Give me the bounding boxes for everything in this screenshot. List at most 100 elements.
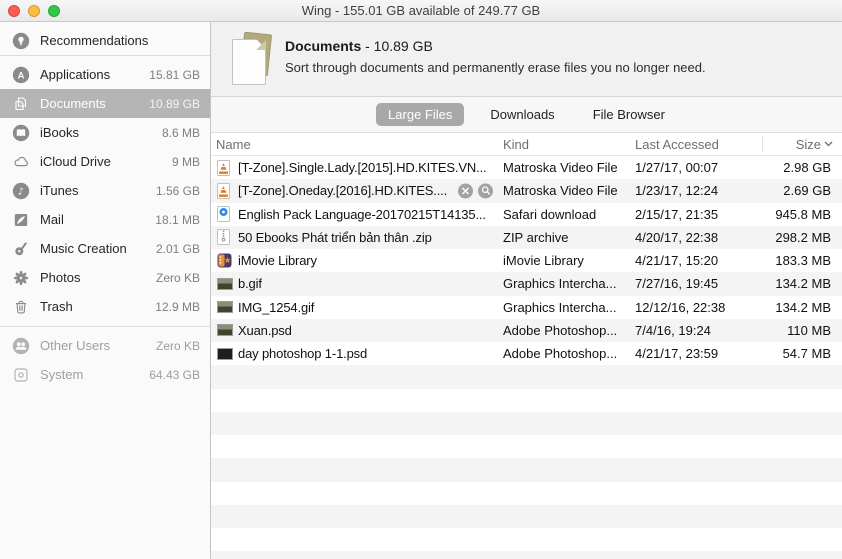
sidebar-item-label: Music Creation [40,241,127,256]
file-last-accessed: 12/12/16, 22:38 [635,299,726,315]
file-size: 945.8 MB [775,206,831,222]
remove-file-button[interactable] [458,183,473,199]
sidebar-item-size: 2.01 GB [155,241,200,256]
sidebar-item-other-users[interactable]: Other Users Zero KB [0,331,210,360]
file-size: 2.98 GB [783,160,831,176]
file-size: 134.2 MB [775,299,831,315]
sidebar: Recommendations A Applications 15.81 GB … [0,22,211,559]
file-size: 2.69 GB [783,183,831,199]
sidebar-item-label: iCloud Drive [40,154,111,169]
reveal-in-finder-button[interactable] [478,183,493,199]
file-kind: Adobe Photoshop... [503,346,618,362]
sidebar-item-label: iTunes [40,183,79,198]
file-kind: Graphics Intercha... [503,299,617,315]
file-kind: Safari download [503,206,597,222]
table-row[interactable]: iMovie Library iMovie Library 4/21/17, 1… [211,249,842,272]
sidebar-item-trash[interactable]: Trash 12.9 MB [0,292,210,321]
sidebar-item-icloud-drive[interactable]: iCloud Drive 9 MB [0,147,210,176]
sidebar-item-size: 18.1 MB [155,212,200,227]
image-thumbnail-icon [217,296,233,319]
tab-file-browser[interactable]: File Browser [581,103,677,126]
empty-row [211,528,842,551]
table-row[interactable]: [T-Zone].Single.Lady.[2015].HD.KITES.VN.… [211,156,842,179]
image-thumbnail-icon [217,319,233,342]
chevron-down-icon [824,141,833,147]
file-size: 298.2 MB [775,229,831,245]
file-name: b.gif [238,276,262,292]
sidebar-item-applications[interactable]: A Applications 15.81 GB [0,60,210,89]
file-kind: ZIP archive [503,229,569,245]
tab-downloads[interactable]: Downloads [478,103,566,126]
file-name: 50 Ebooks Phát triển bản thân .zip [238,229,432,245]
sidebar-item-size: 15.81 GB [149,67,200,82]
file-name: iMovie Library [238,253,317,269]
file-kind: iMovie Library [503,253,584,269]
video-file-icon [217,156,230,179]
empty-row [211,435,842,458]
file-size: 110 MB [787,322,831,338]
file-name: IMG_1254.gif [238,299,315,315]
sidebar-item-recommendations[interactable]: Recommendations [0,26,210,55]
ibooks-icon [11,123,31,143]
table-row[interactable]: 50 Ebooks Phát triển bản thân .zip ZIP a… [211,225,842,249]
category-name: Documents [285,38,362,54]
video-file-icon [217,179,230,202]
category-description: Sort through documents and permanently e… [285,60,706,75]
column-separator [762,136,763,152]
sidebar-item-music-creation[interactable]: Music Creation 2.01 GB [0,234,210,263]
file-kind: Graphics Intercha... [503,276,617,292]
file-last-accessed: 7/27/16, 19:45 [635,276,719,292]
table-row[interactable]: English Pack Language-20170215T14135... … [211,203,842,226]
table-row[interactable]: Xuan.psd Adobe Photoshop... 7/4/16, 19:2… [211,318,842,342]
file-last-accessed: 4/21/17, 15:20 [635,253,719,269]
imovie-library-icon [217,249,232,272]
window-title: Wing - 155.01 GB available of 249.77 GB [301,3,541,18]
column-header-kind[interactable]: Kind [503,133,529,155]
column-header-last-accessed[interactable]: Last Accessed [635,133,719,155]
sidebar-item-size: 10.89 GB [149,96,200,111]
sidebar-item-label: Other Users [40,338,111,353]
sidebar-item-size: 12.9 MB [155,299,200,314]
file-table: [T-Zone].Single.Lady.[2015].HD.KITES.VN.… [211,156,842,559]
table-row[interactable]: b.gif Graphics Intercha... 7/27/16, 19:4… [211,272,842,296]
table-row[interactable]: day photoshop 1-1.psd Adobe Photoshop...… [211,342,842,365]
empty-row [211,458,842,482]
table-header: Name Kind Last Accessed Size [211,133,842,156]
empty-row [211,551,842,559]
sidebar-item-label: Applications [40,67,111,82]
sidebar-item-size: 8.6 MB [161,125,200,140]
sidebar-item-size: Zero KB [155,338,200,353]
svg-text:♪: ♪ [18,186,24,197]
table-row[interactable]: IMG_1254.gif Graphics Intercha... 12/12/… [211,296,842,319]
sidebar-item-itunes[interactable]: ♪ iTunes 1.56 GB [0,176,210,205]
storage-management-window: Wing - 155.01 GB available of 249.77 GB … [0,0,842,559]
file-name: English Pack Language-20170215T14135... [238,206,486,222]
sidebar-item-system[interactable]: System 64.43 GB [0,360,210,389]
sidebar-item-documents[interactable]: Documents 10.89 GB [0,89,210,118]
sidebar-item-size: Zero KB [155,270,200,285]
main-panel: Documents - 10.89 GB Sort through docume… [211,22,842,559]
sidebar-item-label: Mail [40,212,64,227]
guitar-icon [11,239,31,259]
file-name: Xuan.psd [238,322,292,338]
sidebar-item-size: 9 MB [171,154,200,169]
sidebar-item-mail[interactable]: Mail 18.1 MB [0,205,210,234]
itunes-icon: ♪ [11,181,31,201]
safari-download-icon [217,203,230,226]
mail-stamp-icon [11,210,31,230]
titlebar: Wing - 155.01 GB available of 249.77 GB [0,0,842,22]
magnifier-icon [481,186,490,196]
column-header-name[interactable]: Name [216,133,251,155]
file-name: [T-Zone].Single.Lady.[2015].HD.KITES.VN.… [238,160,487,176]
sidebar-item-ibooks[interactable]: iBooks 8.6 MB [0,118,210,147]
file-kind: Adobe Photoshop... [503,322,618,338]
file-last-accessed: 2/15/17, 21:35 [635,206,719,222]
empty-row [211,482,842,505]
sidebar-item-label: Documents [40,96,106,111]
empty-row [211,504,842,528]
tab-large-files[interactable]: Large Files [376,103,465,126]
column-header-size[interactable]: Size [796,133,833,155]
file-size: 54.7 MB [782,346,831,362]
table-row[interactable]: [T-Zone].Oneday.[2016].HD.KITES.... Matr… [211,179,842,203]
sidebar-item-photos[interactable]: Photos Zero KB [0,263,210,292]
